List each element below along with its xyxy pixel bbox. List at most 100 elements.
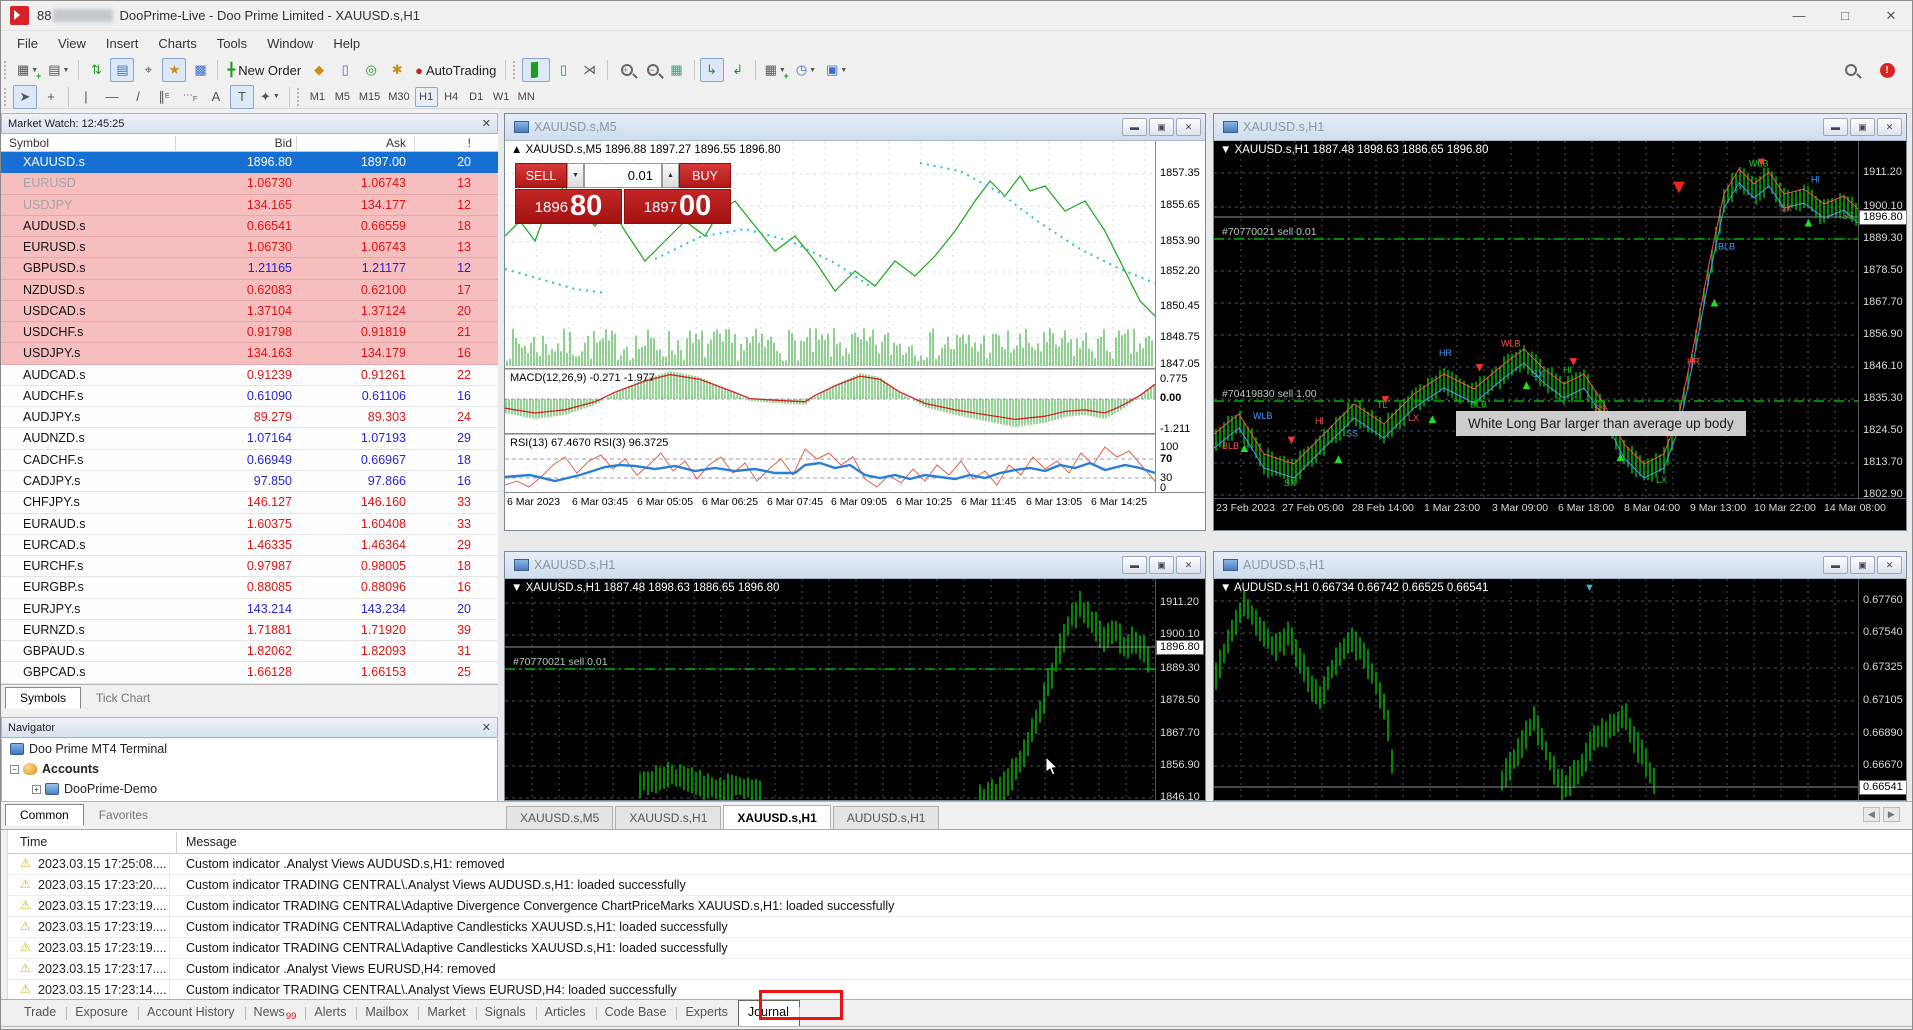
navigator-toggle[interactable]: ★ <box>162 58 186 82</box>
chart-minimize-button[interactable]: ▬ <box>1122 118 1147 136</box>
price-axis[interactable]: 1857.35 1855.65 1853.90 1852.20 1850.45 … <box>1155 141 1205 492</box>
toolbar-grip[interactable] <box>4 88 9 106</box>
bar-chart-button[interactable]: ▐▎ <box>522 58 549 82</box>
signals-button[interactable]: ◎ <box>359 58 383 82</box>
auto-scroll-toggle[interactable]: ↳ <box>700 58 724 82</box>
market-watch-row[interactable]: EURCAD.s 1.46335 1.46364 29 <box>1 535 498 556</box>
panel-grip[interactable] <box>1 830 8 1000</box>
market-watch-row[interactable]: AUDCHF.s 0.61090 0.61106 16 <box>1 386 498 407</box>
sell-button[interactable]: SELL <box>515 163 567 188</box>
volume-decrease-button[interactable]: ▼ <box>567 163 584 188</box>
chart-restore-button[interactable]: ▣ <box>1149 556 1174 574</box>
market-watch-row[interactable]: EURCHF.s 0.97987 0.98005 18 <box>1 556 498 577</box>
tree-item-demo-account[interactable]: + DooPrime-Demo <box>2 779 497 799</box>
tile-windows-button[interactable]: ▦ <box>665 58 689 82</box>
tab-symbols[interactable]: Symbols <box>5 687 81 709</box>
market-watch-row[interactable]: EURAUD.s 1.60375 1.60408 33 <box>1 514 498 535</box>
profiles-button[interactable]: ▤▼ <box>44 58 73 82</box>
maximize-button[interactable]: □ <box>1822 1 1868 31</box>
periods-button[interactable]: ◷▼ <box>792 58 820 82</box>
price-axis[interactable]: 1911.20 1900.10 1889.30 1878.50 1867.70 … <box>1858 141 1906 498</box>
tab-favorites[interactable]: Favorites <box>84 804 163 826</box>
menu-item[interactable]: View <box>48 33 96 54</box>
market-watch-row[interactable]: AUDNZD.s 1.07164 1.07193 29 <box>1 428 498 449</box>
timeframe-button[interactable]: W1 <box>490 87 513 107</box>
chart-canvas-xauusd-h1[interactable]: ▼ XAUUSD.s,H1 1887.48 1898.63 1886.65 18… <box>1214 141 1906 530</box>
buy-price[interactable]: 1897 00 <box>624 189 731 224</box>
chart-shift-toggle[interactable]: ↲ <box>726 58 750 82</box>
notification-alert-icon[interactable]: ! <box>1875 58 1899 82</box>
order-line-label[interactable]: #70419830 sell 1.00 <box>1222 388 1317 400</box>
chart-minimize-button[interactable]: ▬ <box>1823 118 1848 136</box>
market-watch-row[interactable]: CADCHF.s 0.66949 0.66967 18 <box>1 450 498 471</box>
zoom-in-button[interactable]: + <box>613 58 637 82</box>
new-order-button[interactable]: ╋New Order <box>223 58 305 82</box>
zoom-out-button[interactable]: − <box>639 58 663 82</box>
metaeditor-button[interactable]: ◆ <box>307 58 331 82</box>
terminal-tab[interactable]: Signals <box>476 1001 536 1026</box>
market-watch-row[interactable]: EURUSD 1.06730 1.06743 13 <box>1 173 498 194</box>
text-label-tool[interactable]: T <box>230 85 254 109</box>
chart-restore-button[interactable]: ▣ <box>1149 118 1174 136</box>
volume-increase-button[interactable]: ▲ <box>662 163 679 188</box>
tick-chart-button[interactable]: ⇅ <box>84 58 108 82</box>
terminal-tab[interactable]: Trade <box>15 1001 66 1026</box>
market-watch-row[interactable]: AUDJPY.s 89.279 89.303 24 <box>1 407 498 428</box>
journal-row[interactable]: ⚠ 2023.03.15 17:23:19.... Custom indicat… <box>8 917 1913 938</box>
market-watch-row[interactable]: GBPUSD.s 1.21165 1.21177 12 <box>1 258 498 279</box>
market-watch-row[interactable]: NZDUSD.s 0.62083 0.62100 17 <box>1 280 498 301</box>
price-axis[interactable]: 1911.20 1900.10 1889.30 1878.50 1867.70 … <box>1155 579 1205 800</box>
market-watch-row[interactable]: AUDUSD.s 0.66541 0.66559 18 <box>1 216 498 237</box>
indicators-button[interactable]: ▦+▼ <box>761 58 790 82</box>
fibonacci-tool[interactable]: ⋯F <box>178 85 202 109</box>
market-watch-row[interactable]: EURJPY.s 143.214 143.234 20 <box>1 599 498 620</box>
options-button[interactable]: ✱ <box>385 58 409 82</box>
chart-tab[interactable]: AUDUSD.s,H1 <box>833 806 940 829</box>
price-axis[interactable]: 0.67760 0.67540 0.67325 0.67105 0.66890 … <box>1858 579 1906 800</box>
chart-canvas-audusd-h1[interactable]: ▼ AUDUSD.s,H1 0.66734 0.66742 0.66525 0.… <box>1214 579 1906 800</box>
terminal-tab[interactable]: Articles <box>536 1001 596 1026</box>
timeframe-button[interactable]: MN <box>515 87 538 107</box>
column-time[interactable]: Time <box>20 835 47 849</box>
market-watch-row[interactable]: EURNZD.s 1.71881 1.71920 39 <box>1 620 498 641</box>
chart-tab[interactable]: XAUUSD.s,H1 <box>615 806 721 829</box>
chart-tab[interactable]: XAUUSD.s,H1 <box>723 805 830 829</box>
menu-item[interactable]: Help <box>323 33 370 54</box>
minimize-button[interactable]: — <box>1776 1 1822 31</box>
chart-close-button[interactable]: ✕ <box>1176 118 1201 136</box>
column-symbol[interactable]: Symbol <box>9 136 49 150</box>
scroll-right-icon[interactable]: ▶ <box>1883 807 1900 822</box>
terminal-toggle[interactable]: ▩ <box>188 58 212 82</box>
tree-item-terminal[interactable]: Doo Prime MT4 Terminal <box>2 739 497 759</box>
channel-tool[interactable]: ∥E <box>152 85 176 109</box>
order-line-label[interactable]: #70770021 sell 0.01 <box>513 656 608 668</box>
data-window-button[interactable]: ⌖ <box>136 58 160 82</box>
autotrading-button[interactable]: ●AutoTrading <box>411 58 500 82</box>
cursor-tool-button[interactable]: ➤ <box>13 85 37 109</box>
journal-row[interactable]: ⚠ 2023.03.15 17:23:17.... Custom indicat… <box>8 959 1913 980</box>
timeframe-button[interactable]: M30 <box>385 87 412 107</box>
chart-window-titlebar[interactable]: XAUUSD.s,H1 ▬ ▣ ✕ <box>1214 114 1906 141</box>
market-watch-row[interactable]: EURGBP.s 0.88085 0.88096 16 <box>1 577 498 598</box>
chart-close-button[interactable]: ✕ <box>1877 556 1902 574</box>
market-watch-row[interactable]: CADJPY.s 97.850 97.866 16 <box>1 471 498 492</box>
terminal-tab[interactable]: Exposure <box>66 1001 138 1026</box>
text-tool[interactable]: A <box>204 85 228 109</box>
terminal-tab[interactable]: Account History <box>138 1001 245 1026</box>
collapse-icon[interactable]: − <box>10 765 19 774</box>
toolbar-grip[interactable] <box>513 61 518 79</box>
market-watch-row[interactable]: USDJPY.s 134.163 134.179 16 <box>1 343 498 364</box>
chart-restore-button[interactable]: ▣ <box>1850 556 1875 574</box>
timeframe-button[interactable]: M15 <box>356 87 383 107</box>
terminal-tab[interactable]: Market <box>418 1001 475 1026</box>
chart-minimize-button[interactable]: ▬ <box>1122 556 1147 574</box>
vertical-line-tool[interactable]: | <box>74 85 98 109</box>
tree-item-accounts[interactable]: − Accounts <box>2 759 497 779</box>
terminal-tab[interactable]: Alerts <box>305 1001 356 1026</box>
scroll-left-icon[interactable]: ◀ <box>1863 807 1880 822</box>
market-watch-row[interactable]: GBPAUD.s 1.82062 1.82093 31 <box>1 641 498 662</box>
menu-item[interactable]: Charts <box>148 33 206 54</box>
time-axis[interactable]: 23 Feb 2023 27 Feb 05:00 28 Feb 14:00 1 … <box>1214 498 1906 516</box>
candlestick-chart-button[interactable]: ▯ <box>552 58 576 82</box>
market-watch-row[interactable]: GBPCAD.s 1.66128 1.66153 25 <box>1 662 498 683</box>
